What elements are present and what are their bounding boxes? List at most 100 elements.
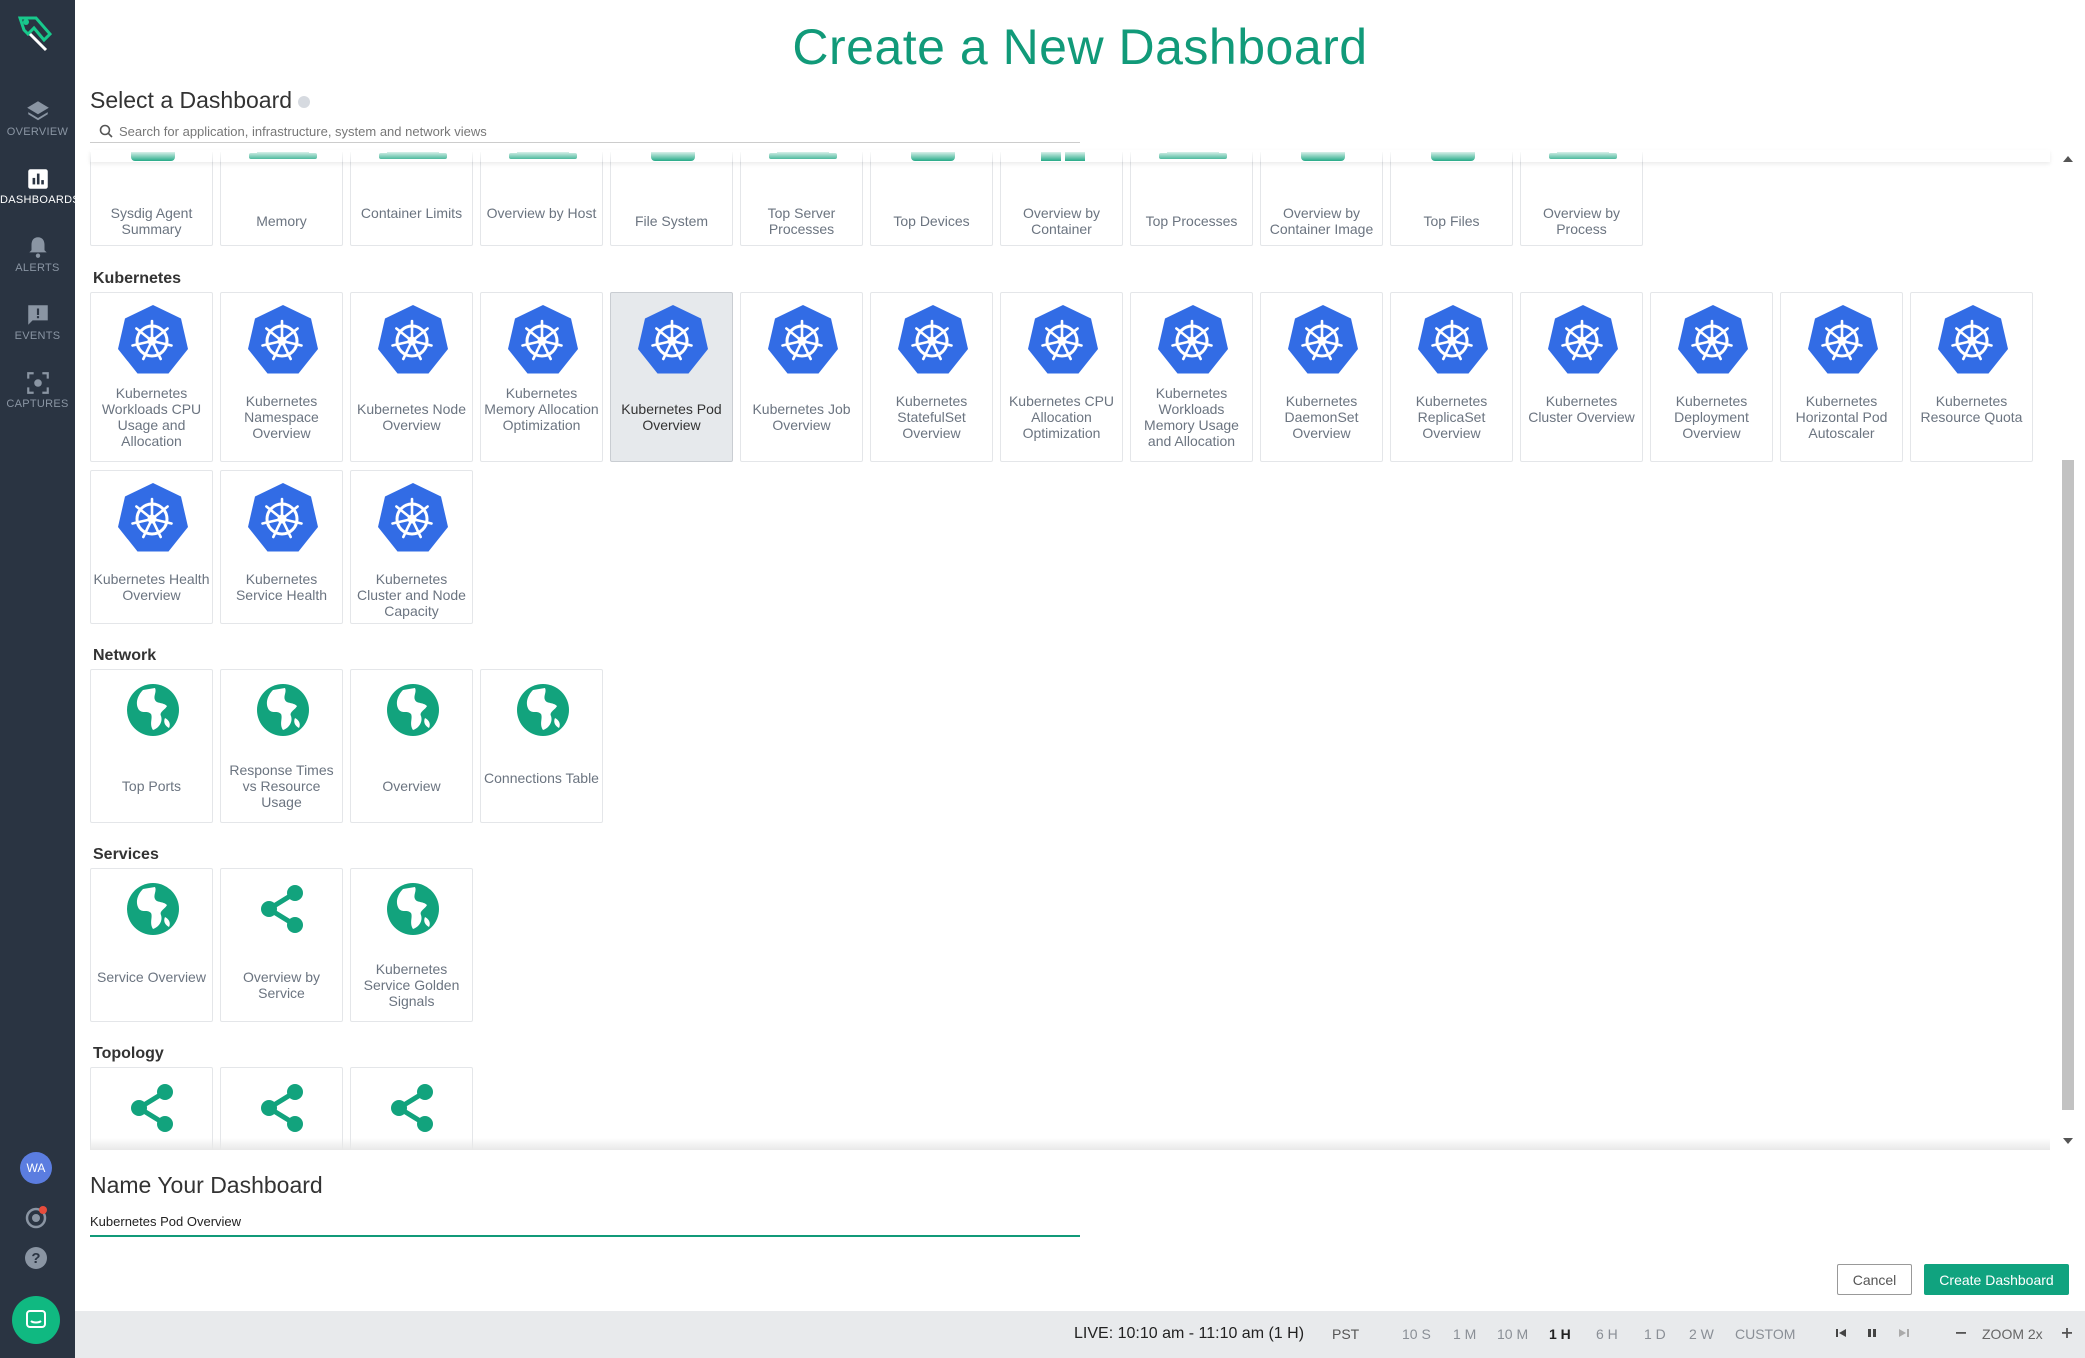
range-1h[interactable]: 1 H: [1549, 1326, 1571, 1342]
dashboard-tile-memory[interactable]: Memory: [220, 152, 343, 246]
dashboard-list[interactable]: Sysdig Agent Summary Memory Container Li…: [90, 152, 2050, 1150]
tile-label: Kubernetes Workloads CPU Usage and Alloc…: [101, 385, 202, 449]
range-1d[interactable]: 1 D: [1644, 1326, 1666, 1342]
tile-label: Overview by Host: [486, 205, 597, 221]
zoom-level: ZOOM 2x: [1982, 1326, 2043, 1342]
dashboard-tile-container-limits[interactable]: Container Limits: [350, 152, 473, 246]
skip-forward-icon[interactable]: [1897, 1326, 1911, 1340]
dashboard-tile-kubernetes-pod-overview[interactable]: Kubernetes Pod Overview: [610, 292, 733, 462]
tile-label: File System: [634, 213, 709, 229]
tile-icon-wrap: [1261, 303, 1384, 379]
bar-chart-icon: [27, 169, 48, 189]
dashboard-tile-file-system[interactable]: File System: [610, 152, 733, 246]
kubernetes-icon: [1677, 305, 1748, 374]
user-avatar[interactable]: WA: [20, 1152, 52, 1184]
tile-label: Kubernetes Service Health: [235, 571, 328, 603]
dashboard-tile-kubernetes-service-golden-signals[interactable]: Kubernetes Service Golden Signals: [350, 868, 473, 1022]
dashboard-tile-kubernetes-daemonset-overview[interactable]: Kubernetes DaemonSet Overview: [1260, 292, 1383, 462]
cancel-button[interactable]: Cancel: [1837, 1264, 1912, 1295]
help-dot-icon[interactable]: [298, 95, 311, 108]
dashboard-tile-top-processes[interactable]: Top Processes: [1130, 152, 1253, 246]
dashboard-tile-kubernetes-statefulset-overview[interactable]: Kubernetes StatefulSet Overview: [870, 292, 993, 462]
tile-label: Kubernetes Cluster and Node Capacity: [357, 571, 466, 619]
kubernetes-icon: [247, 483, 318, 552]
pause-icon[interactable]: [1865, 1326, 1879, 1340]
notification-icon[interactable]: [22, 1204, 50, 1232]
tile-icon-wrap: [91, 881, 214, 937]
dashboard-tile-connections-table[interactable]: Connections Table: [480, 669, 603, 823]
range-1m[interactable]: 1 M: [1453, 1326, 1476, 1342]
dashboard-tile-top-server-processes[interactable]: Top Server Processes: [740, 152, 863, 246]
zoom-in-icon[interactable]: [2060, 1326, 2074, 1340]
scrollbar-thumb[interactable]: [2062, 460, 2074, 1110]
globe-icon: [256, 684, 309, 736]
kubernetes-icon: [1027, 305, 1098, 374]
range-6h[interactable]: 6 H: [1596, 1326, 1618, 1342]
range-10s[interactable]: 10 S: [1402, 1326, 1431, 1342]
search-bar: [90, 120, 1080, 143]
tile-label: Kubernetes Job Overview: [752, 401, 851, 433]
tile-label: Container Limits: [360, 205, 463, 221]
dashboard-tile-kubernetes-replicaset-overview[interactable]: Kubernetes ReplicaSet Overview: [1390, 292, 1513, 462]
timezone-label[interactable]: PST: [1332, 1326, 1359, 1342]
dashboard-tile-sysdig-agent-summary[interactable]: Sysdig Agent Summary: [90, 152, 213, 246]
dashboard-tile-kubernetes-health-overview[interactable]: Kubernetes Health Overview: [90, 470, 213, 624]
sysdig-logo-icon[interactable]: [14, 12, 56, 54]
tile-icon-wrap: [221, 1080, 344, 1136]
nav-captures[interactable]: CAPTURES: [0, 364, 75, 426]
dashboard-tile-kubernetes-node-overview[interactable]: Kubernetes Node Overview: [350, 292, 473, 462]
dashboard-tile-kubernetes-cluster-and-node-capacity[interactable]: Kubernetes Cluster and Node Capacity: [350, 470, 473, 624]
dashboard-tile-kubernetes-job-overview[interactable]: Kubernetes Job Overview: [740, 292, 863, 462]
dashboard-tile-overview-by-service[interactable]: Overview by Service: [220, 868, 343, 1022]
dashboard-tile-overview[interactable]: Overview: [350, 669, 473, 823]
dashboard-tile-kubernetes-service-health[interactable]: Kubernetes Service Health: [220, 470, 343, 624]
dashboard-tile-overview-by-container-image[interactable]: Overview by Container Image: [1260, 152, 1383, 246]
dashboard-tile-kubernetes-horizontal-pod-autoscaler[interactable]: Kubernetes Horizontal Pod Autoscaler: [1780, 292, 1903, 462]
dashboard-name-input[interactable]: [90, 1208, 1080, 1234]
skip-back-icon[interactable]: [1834, 1326, 1848, 1340]
scrollbar[interactable]: [2057, 152, 2077, 1150]
tile-icon-wrap: [351, 682, 474, 738]
dashboard-tile-kubernetes-memory-allocation-optimization[interactable]: Kubernetes Memory Allocation Optimizatio…: [480, 292, 603, 462]
tile-label: Connections Table: [484, 770, 599, 786]
dashboard-tile-kubernetes-namespace-overview[interactable]: Kubernetes Namespace Overview: [220, 292, 343, 462]
dashboard-tile-overview-by-host[interactable]: Overview by Host: [480, 152, 603, 246]
nav-overview[interactable]: OVERVIEW: [0, 92, 75, 154]
zoom-out-icon[interactable]: [1954, 1326, 1968, 1340]
dashboard-tile-overview-by-container[interactable]: Overview by Container: [1000, 152, 1123, 246]
range-10m[interactable]: 10 M: [1497, 1326, 1528, 1342]
chat-button[interactable]: [12, 1296, 60, 1344]
dashboard-tile-kubernetes-cluster-overview[interactable]: Kubernetes Cluster Overview: [1520, 292, 1643, 462]
dashboard-tile-kubernetes-workloads-memory-usage-and-allocation[interactable]: Kubernetes Workloads Memory Usage and Al…: [1130, 292, 1253, 462]
dashboard-tile-kubernetes-workloads-cpu-usage-and-allocation[interactable]: Kubernetes Workloads CPU Usage and Alloc…: [90, 292, 213, 462]
create-dashboard-button[interactable]: Create Dashboard: [1924, 1264, 2069, 1295]
tile-icon-wrap: [91, 682, 214, 738]
tile-label: Kubernetes Horizontal Pod Autoscaler: [1795, 393, 1888, 441]
search-input[interactable]: [119, 121, 1069, 141]
dashboard-tile-kubernetes-resource-quota[interactable]: Kubernetes Resource Quota: [1910, 292, 2033, 462]
dashboard-tile-kubernetes-cpu-allocation-optimization[interactable]: Kubernetes CPU Allocation Optimization: [1000, 292, 1123, 462]
share-icon: [390, 1084, 433, 1132]
tile-icon-wrap: [351, 481, 474, 557]
nav-alerts[interactable]: ALERTS: [0, 228, 75, 290]
scroll-down-arrow-icon[interactable]: [2063, 1138, 2073, 1144]
help-icon[interactable]: ?: [22, 1244, 50, 1272]
range-custom[interactable]: CUSTOM: [1735, 1326, 1795, 1342]
tile-icon-wrap: [351, 1080, 474, 1136]
dashboard-tile-overview-by-process[interactable]: Overview by Process: [1520, 152, 1643, 246]
dashboard-tile-service-overview[interactable]: Service Overview: [90, 868, 213, 1022]
range-2w[interactable]: 2 W: [1689, 1326, 1714, 1342]
dashboard-tile-response-times-vs-resource-usage[interactable]: Response Times vs Resource Usage: [220, 669, 343, 823]
tile-label: Kubernetes Deployment Overview: [1674, 393, 1749, 441]
nav-events[interactable]: EVENTS: [0, 296, 75, 358]
bell-icon: [28, 237, 47, 258]
dashboard-tile-top-ports[interactable]: Top Ports: [90, 669, 213, 823]
dashboard-tile-top-files[interactable]: Top Files: [1390, 152, 1513, 246]
dashboard-tile-kubernetes-deployment-overview[interactable]: Kubernetes Deployment Overview: [1650, 292, 1773, 462]
tile-icon-wrap: [351, 303, 474, 379]
scroll-up-arrow-icon[interactable]: [2063, 156, 2073, 162]
nav-dashboards[interactable]: DASHBOARDS: [0, 160, 80, 222]
tile-label: Top Devices: [893, 213, 970, 229]
dashboard-tile-top-devices[interactable]: Top Devices: [870, 152, 993, 246]
tile-label: Overview by Container: [1022, 205, 1101, 237]
